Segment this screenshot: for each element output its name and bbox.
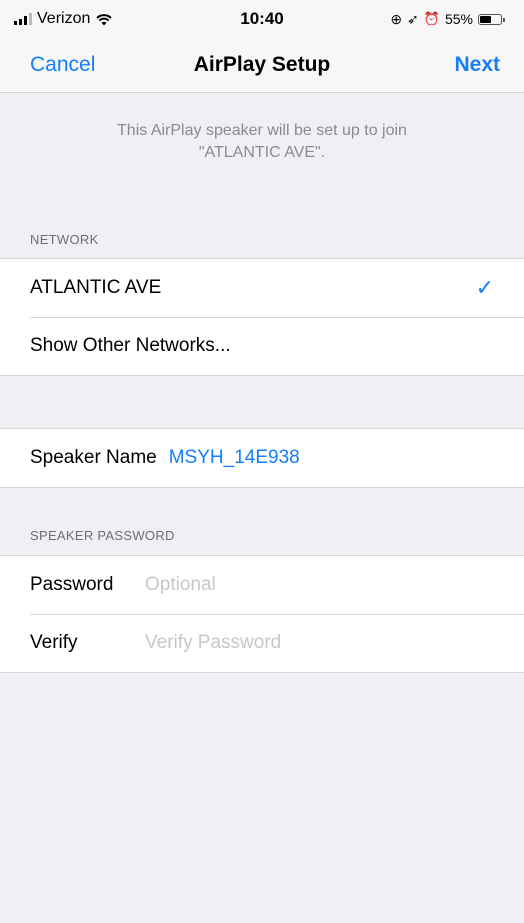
- verify-row[interactable]: Verify: [0, 614, 524, 672]
- network-name: ATLANTIC AVE: [30, 277, 162, 298]
- navigation-bar: Cancel AirPlay Setup Next: [0, 38, 524, 93]
- cancel-button[interactable]: Cancel: [30, 53, 95, 77]
- password-label: Password: [30, 574, 114, 595]
- next-button[interactable]: Next: [454, 53, 500, 77]
- speaker-name-label: Speaker Name: [30, 447, 157, 468]
- network-item-selected[interactable]: ATLANTIC AVE ✓: [0, 259, 524, 317]
- speaker-password-section-header: SPEAKER PASSWORD: [30, 528, 175, 543]
- info-line-2: "ATLANTIC AVE".: [198, 144, 326, 161]
- speaker-name-group: Speaker Name MSYH_14E938: [0, 428, 524, 488]
- setup-info-text: This AirPlay speaker will be set up to j…: [40, 120, 484, 164]
- checkmark-icon: ✓: [475, 275, 494, 300]
- alarm-icon: ⏰: [423, 11, 440, 26]
- location-icon: ➶: [407, 10, 419, 27]
- verify-label: Verify: [30, 632, 78, 653]
- password-row[interactable]: Password: [0, 556, 524, 614]
- battery-icon: [478, 13, 505, 25]
- show-other-networks-label: Show Other Networks...: [30, 335, 231, 356]
- speaker-name-row[interactable]: Speaker Name MSYH_14E938: [0, 429, 524, 487]
- wifi-icon: [96, 13, 113, 25]
- network-group: ATLANTIC AVE ✓ Show Other Networks...: [0, 258, 524, 376]
- status-bar: Verizon 10:40 ⊕ ➶ ⏰ 55%: [0, 0, 524, 38]
- verify-password-field[interactable]: [145, 632, 390, 654]
- password-field[interactable]: [145, 574, 390, 596]
- show-other-networks-button[interactable]: Show Other Networks...: [0, 317, 524, 375]
- battery-percent: 55%: [444, 11, 473, 27]
- status-right: ⊕ ➶ ⏰ 55%: [390, 10, 505, 28]
- cellular-signal-icon: [14, 13, 32, 25]
- carrier-label: Verizon: [37, 10, 91, 27]
- status-left: Verizon: [14, 10, 113, 28]
- orientation-lock-icon: ⊕: [390, 10, 403, 27]
- speaker-name-value[interactable]: MSYH_14E938: [169, 447, 300, 469]
- info-line-1: This AirPlay speaker will be set up to j…: [117, 122, 407, 139]
- network-section-header: NETWORK: [30, 232, 99, 247]
- password-group: Password Verify: [0, 555, 524, 673]
